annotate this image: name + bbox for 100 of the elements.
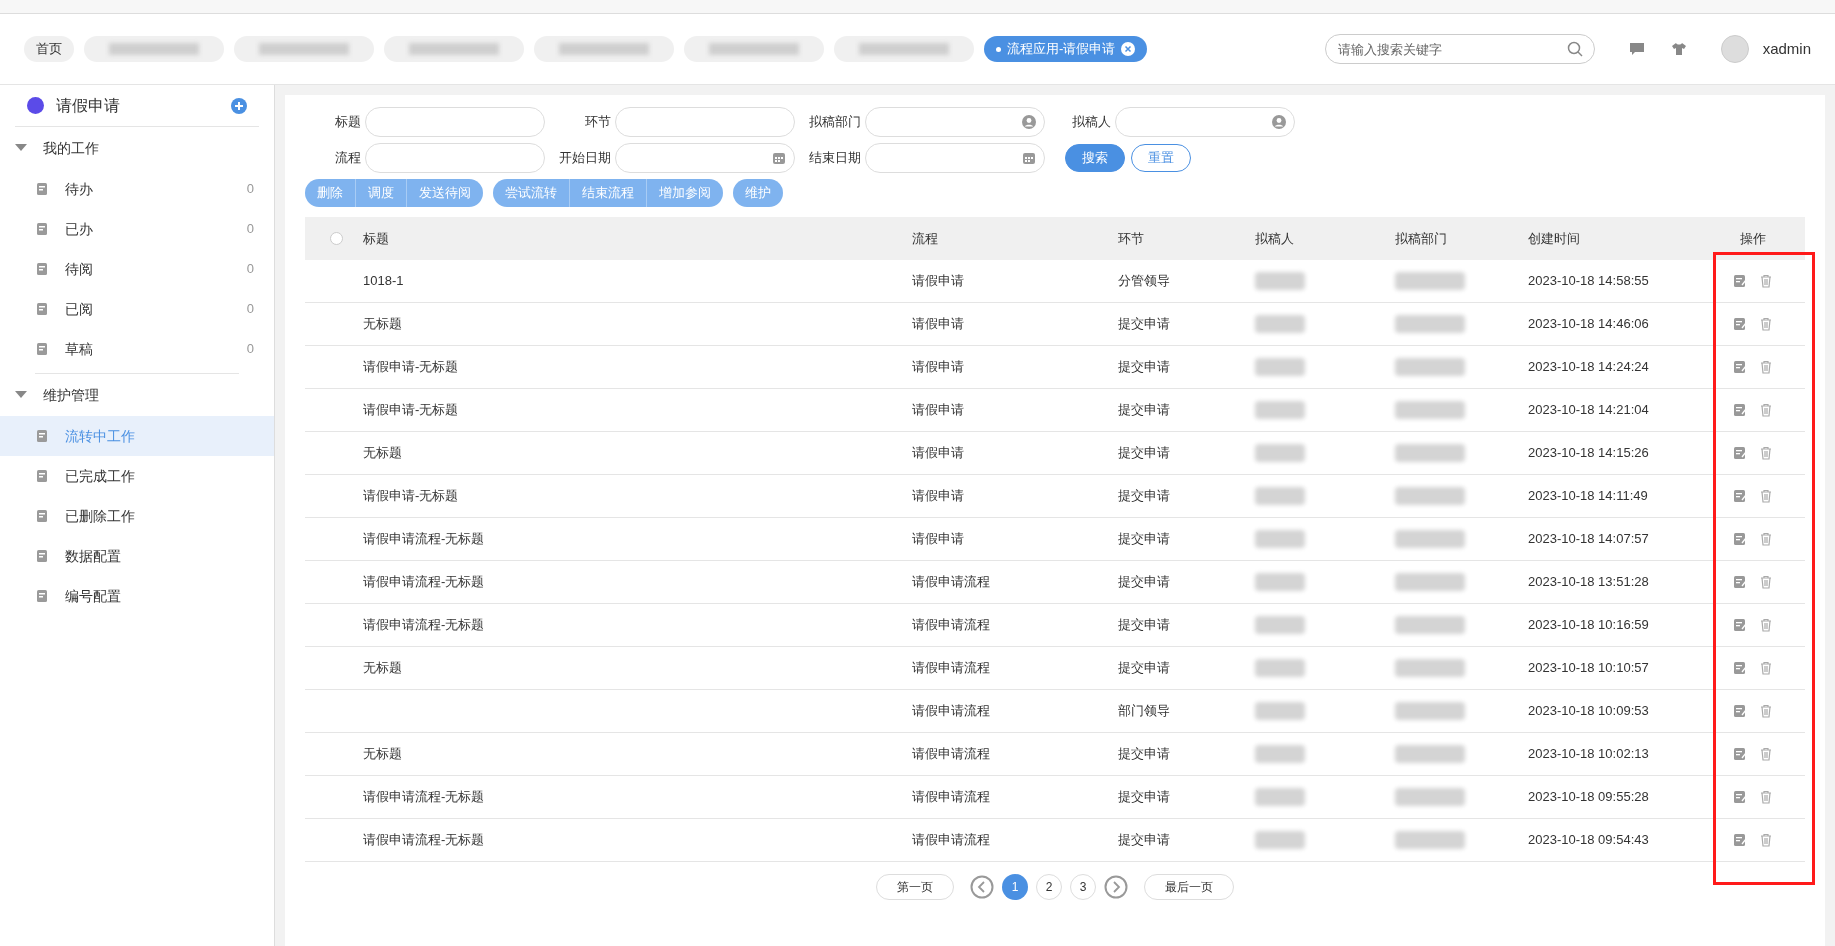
shirt-icon[interactable] xyxy=(1670,42,1687,56)
trash-icon[interactable] xyxy=(1758,661,1773,675)
table-cell: 请假申请 xyxy=(912,273,964,289)
table-cell: 无标题 xyxy=(363,445,402,461)
document-icon xyxy=(35,182,49,196)
table-cell: 提交申请 xyxy=(1118,660,1170,676)
table-cell: 提交申请 xyxy=(1118,488,1170,504)
trash-icon[interactable] xyxy=(1758,274,1773,288)
table-cell: 请假申请流程-无标题 xyxy=(363,531,485,547)
table-cell: 2023-10-18 14:58:55 xyxy=(1528,273,1649,289)
edit-icon[interactable] xyxy=(1732,403,1747,417)
column-header: 环节 xyxy=(1118,230,1144,246)
trash-icon[interactable] xyxy=(1758,489,1773,503)
redacted-text xyxy=(1255,530,1305,548)
edit-icon[interactable] xyxy=(1732,790,1747,804)
trash-icon[interactable] xyxy=(1758,360,1773,374)
menu-item[interactable]: 数据配置 xyxy=(0,536,274,576)
chat-icon[interactable] xyxy=(1628,42,1645,56)
redacted-text xyxy=(1255,573,1305,591)
username[interactable]: xadmin xyxy=(1762,37,1811,61)
document-icon xyxy=(35,262,49,276)
trash-icon[interactable] xyxy=(1758,317,1773,331)
avatar[interactable] xyxy=(1720,35,1749,63)
add-icon[interactable] xyxy=(231,97,247,114)
edit-icon[interactable] xyxy=(1732,446,1747,460)
trash-icon[interactable] xyxy=(1758,575,1773,589)
select-all-checkbox[interactable] xyxy=(330,232,343,245)
trash-icon[interactable] xyxy=(1758,790,1773,804)
caret-icon xyxy=(15,144,27,152)
filter-label: 拟稿部门 xyxy=(809,113,861,132)
previous-icon[interactable] xyxy=(970,875,994,899)
table-cell: 2023-10-18 10:02:13 xyxy=(1528,746,1649,762)
column-header: 拟稿人 xyxy=(1255,230,1294,246)
trash-icon[interactable] xyxy=(1758,618,1773,632)
redacted-text xyxy=(1395,315,1465,333)
table-cell: 请假申请流程 xyxy=(912,746,990,762)
table-cell: 2023-10-18 09:55:28 xyxy=(1528,789,1649,805)
table-cell: 请假申请 xyxy=(912,488,964,504)
next-icon[interactable] xyxy=(1104,875,1128,899)
redacted-text xyxy=(1255,788,1305,806)
menu-item[interactable]: 已删除工作 xyxy=(0,496,274,536)
redacted-text xyxy=(1395,788,1465,806)
filter-label: 流程 xyxy=(335,149,361,168)
redacted-text xyxy=(1255,659,1305,677)
menu-group[interactable]: 我的工作 xyxy=(0,127,274,169)
edit-icon[interactable] xyxy=(1732,317,1747,331)
document-icon xyxy=(35,302,49,316)
menu-item[interactable]: 编号配置 xyxy=(0,576,274,616)
menu-item[interactable]: 已办 0 xyxy=(0,209,274,249)
column-header: 创建时间 xyxy=(1528,230,1580,246)
redacted-text xyxy=(1255,831,1305,849)
trash-icon[interactable] xyxy=(1758,833,1773,847)
table-cell: 请假申请流程 xyxy=(912,703,990,719)
search-field[interactable]: 请输入搜索关键字 xyxy=(1324,34,1595,64)
trash-icon[interactable] xyxy=(1758,532,1773,546)
column-header: 拟稿部门 xyxy=(1395,230,1447,246)
redacted-text xyxy=(1255,616,1305,634)
search-icon[interactable] xyxy=(1566,41,1583,57)
edit-icon[interactable] xyxy=(1732,661,1747,675)
edit-icon[interactable] xyxy=(1732,575,1747,589)
table-cell: 请假申请 xyxy=(912,402,964,418)
table-cell: 请假申请 xyxy=(912,445,964,461)
redacted-text xyxy=(1395,358,1465,376)
table-cell: 提交申请 xyxy=(1118,402,1170,418)
table-cell: 请假申请流程 xyxy=(912,617,990,633)
edit-icon[interactable] xyxy=(1732,489,1747,503)
table-cell: 请假申请流程 xyxy=(912,789,990,805)
table-cell: 2023-10-18 14:11:49 xyxy=(1528,488,1648,504)
page-tab[interactable]: 首页 xyxy=(24,36,74,62)
app-logo xyxy=(27,97,44,114)
redacted-text xyxy=(1255,358,1305,376)
edit-icon[interactable] xyxy=(1732,532,1747,546)
trash-icon[interactable] xyxy=(1758,446,1773,460)
edit-icon[interactable] xyxy=(1732,618,1747,632)
close-icon[interactable] xyxy=(1121,42,1136,56)
edit-icon[interactable] xyxy=(1732,704,1747,718)
edit-icon[interactable] xyxy=(1732,274,1747,288)
document-icon xyxy=(35,509,49,523)
menu-item[interactable]: 待办 0 xyxy=(0,169,274,209)
trash-icon[interactable] xyxy=(1758,403,1773,417)
redacted-text xyxy=(1255,702,1305,720)
table-cell: 请假申请流程 xyxy=(912,832,990,848)
menu-group[interactable]: 维护管理 xyxy=(0,374,274,416)
menu-item[interactable]: 草稿 0 xyxy=(0,329,274,369)
table-cell: 请假申请流程-无标题 xyxy=(363,617,485,633)
menu-item[interactable]: 已完成工作 xyxy=(0,456,274,496)
redacted-text xyxy=(1255,315,1305,333)
table-cell: 提交申请 xyxy=(1118,617,1170,633)
edit-icon[interactable] xyxy=(1732,833,1747,847)
menu-item[interactable]: 已阅 0 xyxy=(0,289,274,329)
table-cell: 请假申请流程 xyxy=(912,574,990,590)
column-header: 标题 xyxy=(363,230,389,246)
edit-icon[interactable] xyxy=(1732,360,1747,374)
menu-item[interactable]: 待阅 0 xyxy=(0,249,274,289)
table-cell: 请假申请-无标题 xyxy=(363,402,459,418)
trash-icon[interactable] xyxy=(1758,704,1773,718)
trash-icon[interactable] xyxy=(1758,747,1773,761)
document-icon xyxy=(35,429,49,443)
table-cell: 提交申请 xyxy=(1118,746,1170,762)
edit-icon[interactable] xyxy=(1732,747,1747,761)
